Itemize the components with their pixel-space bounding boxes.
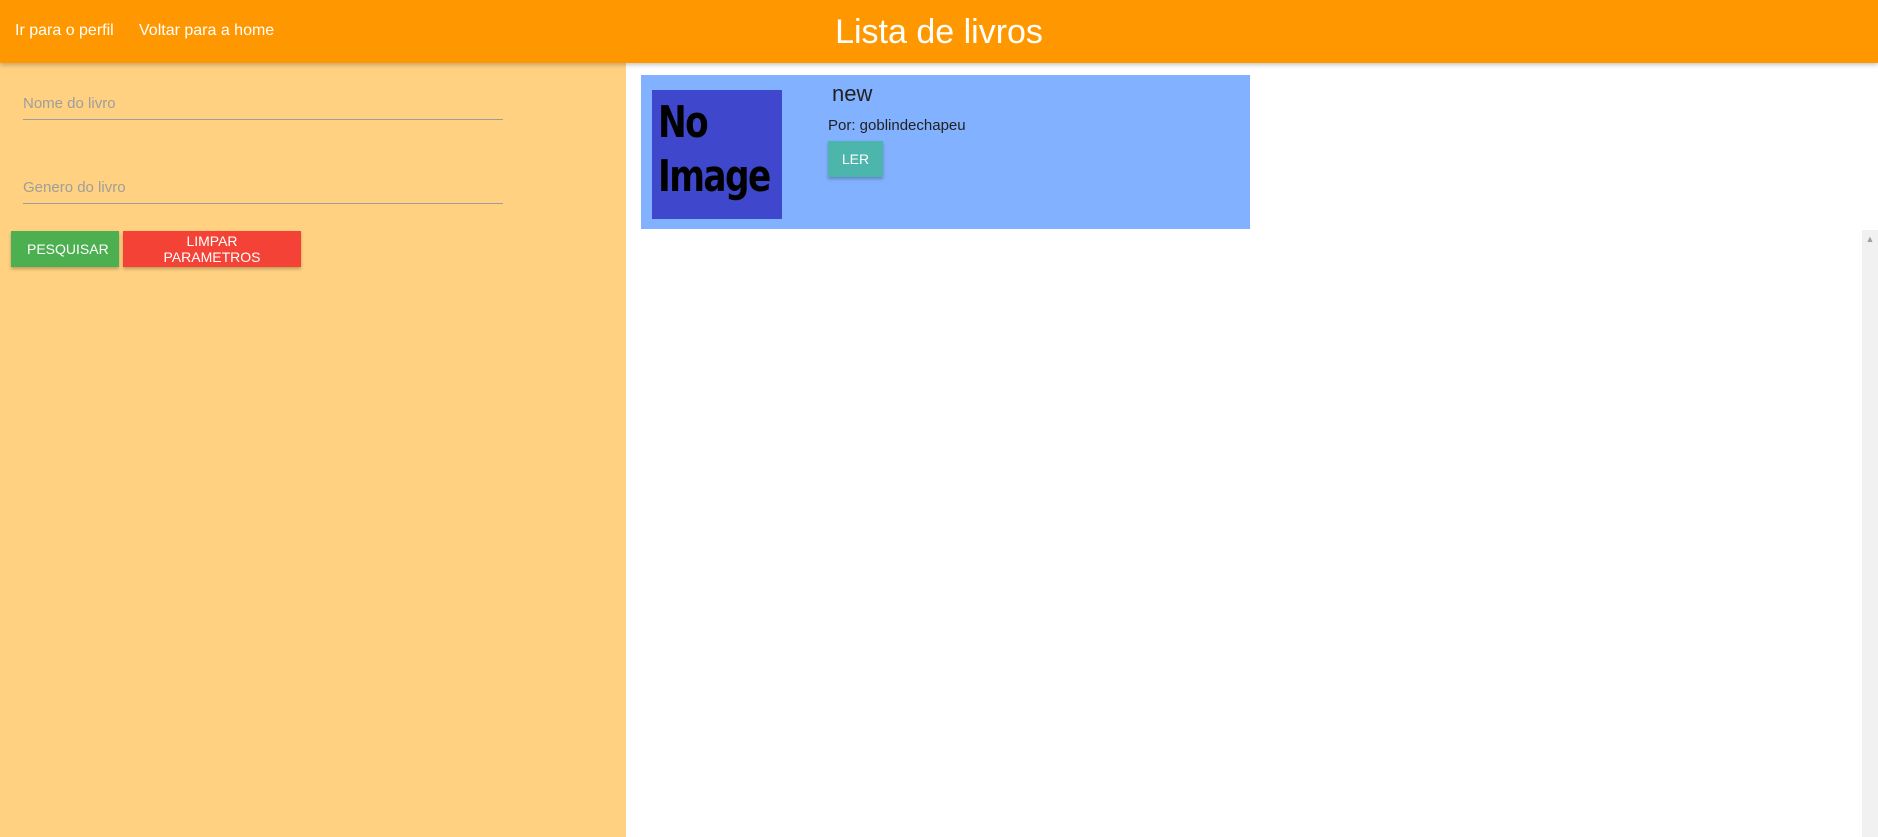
book-name-input[interactable] <box>23 89 503 117</box>
book-genre-field <box>23 173 503 204</box>
clear-parameters-button[interactable]: LIMPAR PARAMETROS <box>123 231 301 267</box>
book-genre-input[interactable] <box>23 173 503 201</box>
book-title: new <box>832 81 873 106</box>
page-title: Lista de livros <box>835 13 1043 51</box>
top-navbar: Ir para o perfil Voltar para a home List… <box>0 0 1878 63</box>
book-author: Por: goblindechapeu <box>828 117 966 134</box>
book-cover-image: No Image <box>652 90 782 219</box>
chevron-up-icon[interactable]: ▲ <box>1862 232 1878 246</box>
read-button[interactable]: LER <box>828 141 883 177</box>
search-button[interactable]: PESQUISAR <box>11 231 119 267</box>
book-name-field <box>23 89 503 120</box>
search-sidebar: PESQUISAR LIMPAR PARAMETROS <box>0 63 626 837</box>
vertical-scrollbar[interactable]: ▲ <box>1862 230 1878 837</box>
no-image-placeholder: No Image <box>658 97 771 202</box>
book-card: No Image new Por: goblindechapeu LER <box>641 75 1250 229</box>
